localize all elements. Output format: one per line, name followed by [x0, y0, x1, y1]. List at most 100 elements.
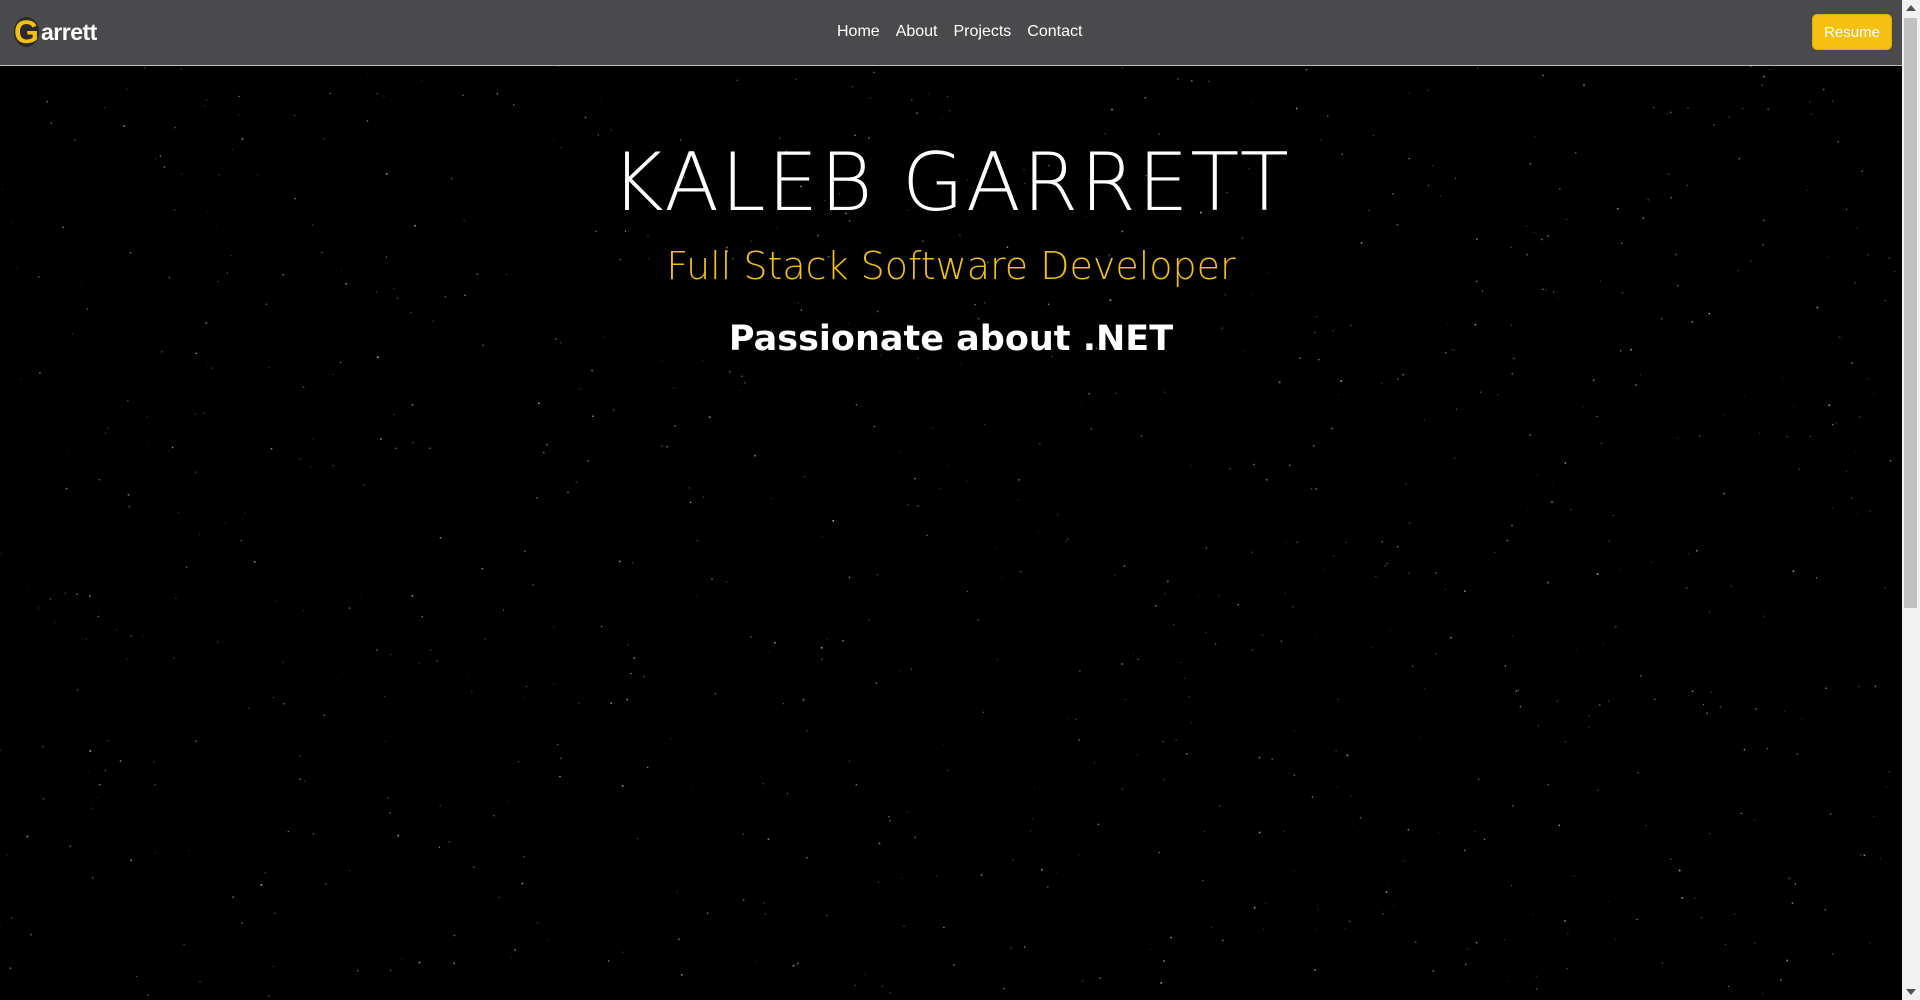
star	[1078, 670, 1081, 673]
star	[104, 769, 107, 772]
star	[1359, 817, 1361, 819]
star	[1481, 290, 1484, 292]
star	[1170, 936, 1172, 939]
star	[1506, 539, 1509, 542]
star	[211, 367, 213, 369]
star	[1588, 726, 1590, 728]
star	[367, 72, 368, 74]
star	[1205, 547, 1208, 549]
scrollbar-thumb[interactable]	[1904, 18, 1917, 608]
star	[1371, 646, 1373, 648]
star	[1786, 435, 1788, 438]
nav-link-home[interactable]: Home	[837, 23, 880, 40]
star	[1034, 788, 1035, 790]
star	[127, 493, 130, 496]
star	[1494, 551, 1496, 554]
star	[199, 980, 201, 983]
star	[1809, 436, 1811, 438]
star	[1125, 698, 1127, 700]
star	[96, 797, 98, 799]
star	[1324, 568, 1326, 570]
star	[1552, 482, 1554, 484]
star	[928, 93, 930, 95]
star	[522, 696, 525, 698]
star	[643, 675, 645, 678]
star	[448, 841, 450, 843]
star	[1043, 450, 1045, 452]
star	[1511, 885, 1513, 887]
star	[782, 703, 785, 705]
star	[708, 416, 711, 419]
nav-link-contact[interactable]: Contact	[1027, 23, 1082, 40]
star	[851, 86, 854, 88]
star	[216, 641, 219, 643]
star	[1065, 540, 1067, 542]
star	[1285, 542, 1287, 544]
star	[1190, 80, 1193, 82]
star	[107, 427, 109, 430]
chevron-up-icon[interactable]	[1906, 5, 1916, 11]
star	[412, 441, 414, 444]
star	[1546, 235, 1549, 237]
nav-link-projects[interactable]: Projects	[954, 23, 1012, 40]
star	[1497, 394, 1499, 396]
star	[1512, 635, 1514, 637]
star	[1407, 828, 1410, 831]
star	[116, 629, 118, 631]
star	[1037, 531, 1039, 533]
star	[1769, 69, 1771, 71]
star	[498, 896, 500, 898]
chevron-down-icon[interactable]	[1906, 989, 1916, 995]
star	[1600, 442, 1602, 444]
star	[1688, 695, 1690, 697]
star	[1607, 700, 1610, 702]
star	[91, 876, 94, 879]
star	[299, 778, 302, 780]
brand-logo[interactable]: G arrett	[14, 14, 97, 50]
star	[438, 846, 441, 848]
star	[1140, 435, 1143, 437]
star	[128, 505, 131, 508]
navbar: G arrett Home About Projects Contact Res…	[0, 0, 1902, 66]
star	[471, 691, 473, 692]
star	[1858, 685, 1860, 688]
resume-button[interactable]: Resume	[1812, 14, 1892, 50]
star	[1412, 114, 1414, 116]
star	[1476, 238, 1478, 241]
star	[1402, 373, 1405, 376]
star	[143, 66, 146, 69]
star	[741, 375, 743, 377]
star	[842, 640, 844, 642]
star	[153, 761, 155, 763]
star	[1132, 653, 1134, 655]
star	[1262, 928, 1265, 931]
star	[1080, 404, 1083, 406]
star	[1115, 392, 1117, 394]
star	[1515, 784, 1517, 785]
star	[411, 594, 414, 597]
star	[1040, 868, 1043, 871]
star	[1597, 789, 1599, 791]
star	[238, 114, 240, 116]
star	[389, 969, 392, 972]
star	[1316, 315, 1318, 317]
vertical-scrollbar[interactable]	[1902, 0, 1920, 1000]
star	[1652, 106, 1655, 109]
star	[376, 291, 378, 293]
star	[240, 539, 243, 542]
star	[1435, 653, 1437, 655]
star	[1695, 549, 1698, 552]
star	[1479, 391, 1482, 393]
star	[42, 797, 45, 800]
star	[1375, 576, 1377, 578]
star	[1190, 721, 1193, 724]
star	[821, 535, 823, 537]
star	[389, 653, 392, 656]
star	[357, 970, 359, 972]
star	[1800, 826, 1802, 828]
star	[1305, 68, 1308, 71]
star	[444, 296, 446, 298]
star	[1686, 669, 1688, 671]
star	[26, 835, 29, 838]
nav-link-about[interactable]: About	[896, 23, 938, 40]
